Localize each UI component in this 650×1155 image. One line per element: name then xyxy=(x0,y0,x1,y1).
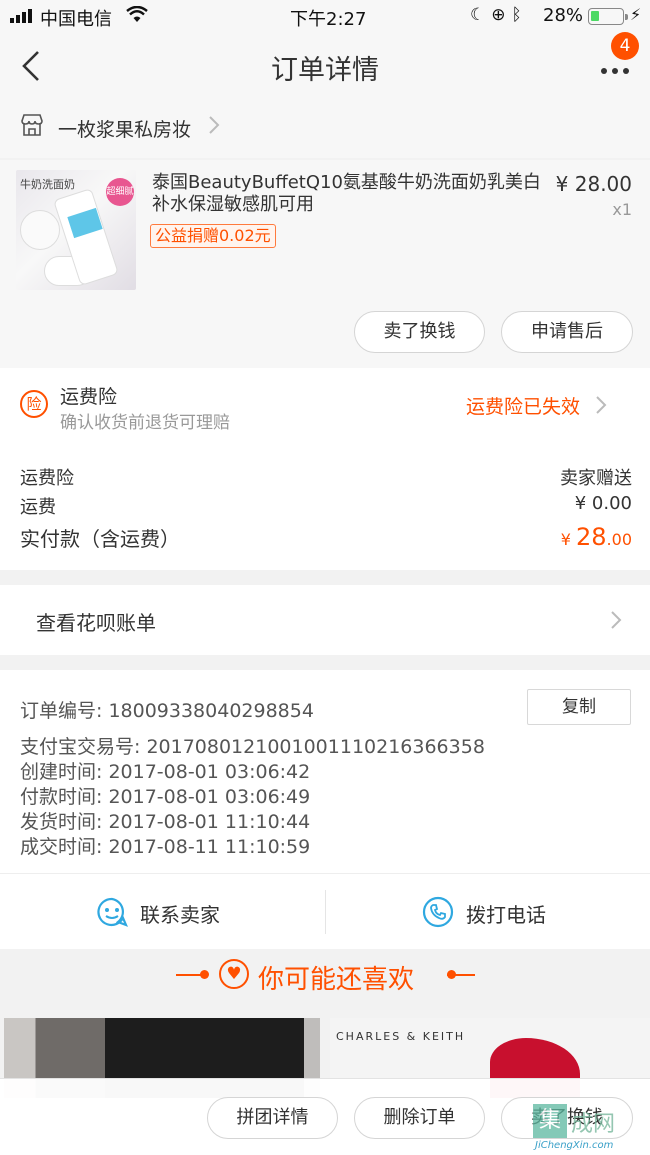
paid-label: 实付款（含运费） xyxy=(20,527,180,551)
phone-icon xyxy=(422,896,454,932)
order-info: 订单编号: 18009338040298854 复制 支付宝交易号: 20170… xyxy=(0,670,650,873)
chevron-right-icon xyxy=(595,394,607,422)
shop-icon xyxy=(20,114,44,136)
created-time: 创建时间: 2017-08-01 03:06:42 xyxy=(20,761,311,783)
fee-row: 运费险 卖家赠送 xyxy=(20,464,632,490)
decor-line xyxy=(447,974,475,976)
shop-name: 一枚浆果私房妆 xyxy=(58,119,192,141)
huabei-label: 查看花呗账单 xyxy=(36,611,156,635)
product-card: 牛奶洗面奶 超细腻 泰国BeautyBuffetQ10氨基酸牛奶洗面奶乳美白补水… xyxy=(0,160,650,368)
notification-badge: 4 xyxy=(611,32,639,60)
chat-icon xyxy=(96,896,129,932)
insurance-icon: 险 xyxy=(20,390,48,418)
watermark-mark: 集 xyxy=(533,1104,567,1138)
chevron-right-icon xyxy=(208,114,220,142)
charity-tag: 公益捐赠0.02元 xyxy=(150,224,276,248)
paid-amount: ¥ 28.00 xyxy=(560,523,632,551)
delete-order-button[interactable]: 删除订单 xyxy=(354,1097,485,1139)
chevron-right-icon xyxy=(610,609,622,637)
insurance-subtitle: 确认收货前退货可理赔 xyxy=(60,413,230,433)
contact-seller-label: 联系卖家 xyxy=(140,903,220,927)
fee-row: 运费 ¥ 0.00 xyxy=(20,493,632,519)
group-buy-details-button[interactable]: 拼团详情 xyxy=(207,1097,338,1139)
contact-bar: 联系卖家 拨打电话 xyxy=(0,873,650,949)
insurance-title: 运费险 xyxy=(60,386,118,408)
shipped-time: 发货时间: 2017-08-01 11:10:44 xyxy=(20,811,311,833)
decor-dot xyxy=(200,970,209,979)
fee-value: 卖家赠送 xyxy=(560,468,632,489)
carrier-label: 中国电信 xyxy=(40,9,112,30)
huabei-bill-row[interactable]: 查看花呗账单 xyxy=(0,585,650,655)
product-price: ¥ 28.00 xyxy=(555,172,632,196)
call-phone-label: 拨打电话 xyxy=(466,903,546,927)
product-image[interactable]: 牛奶洗面奶 超细腻 xyxy=(16,170,136,290)
fee-summary: 运费险 卖家赠送 运费 ¥ 0.00 实付款（含运费） ¥ 28.00 xyxy=(0,446,650,570)
product-title[interactable]: 泰国BeautyBuffetQ10氨基酸牛奶洗面奶乳美白补水保湿敏感肌可用 xyxy=(152,172,542,216)
call-phone-button[interactable]: 拨打电话 xyxy=(326,874,650,950)
paid-row: 实付款（含运费） ¥ 28.00 xyxy=(20,523,632,552)
contact-seller-button[interactable]: 联系卖家 xyxy=(0,874,325,950)
shipping-insurance-row[interactable]: 险 运费险 确认收货前退货可理赔 运费险已失效 xyxy=(0,368,650,446)
page-title: 订单详情 xyxy=(271,55,379,86)
order-number: 订单编号: 18009338040298854 xyxy=(20,700,314,722)
status-icons: ☾⊕ᛒ xyxy=(470,5,528,25)
heart-icon: ♥ xyxy=(219,959,249,989)
moon-icon: ☾ xyxy=(470,5,492,25)
charging-icon: ⚡ xyxy=(630,5,642,24)
shop-row[interactable]: 一枚浆果私房妆 xyxy=(0,100,650,158)
insurance-status: 运费险已失效 xyxy=(466,396,581,418)
signal-icon xyxy=(10,9,32,23)
recommend-title: 你可能还喜欢 xyxy=(258,965,415,995)
completed-time: 成交时间: 2017-08-11 11:10:59 xyxy=(20,836,311,858)
watermark-logo: 集 成网 JiChengXin.com xyxy=(533,1104,648,1154)
wifi-icon xyxy=(126,5,148,29)
battery-icon xyxy=(588,8,628,25)
brand-label: CHARLES & KEITH xyxy=(336,1030,466,1043)
watermark-url: JiChengXin.com xyxy=(535,1140,614,1151)
sell-for-cash-button[interactable]: 卖了换钱 xyxy=(354,311,485,353)
more-icon xyxy=(601,68,629,74)
alipay-trade-number: 支付宝交易号: 2017080121001001110216366358 xyxy=(20,736,485,758)
clock: 下午2:27 xyxy=(290,9,367,30)
battery-fill xyxy=(591,11,599,21)
product-quantity: x1 xyxy=(612,200,632,219)
battery-percent: 28% xyxy=(543,5,584,26)
fee-label: 运费 xyxy=(20,497,56,518)
bluetooth-icon: ᛒ xyxy=(511,5,528,25)
recommend-header: ♥ 你可能还喜欢 xyxy=(0,949,650,1009)
watermark-text: 成网 xyxy=(571,1112,616,1137)
fee-value: ¥ 0.00 xyxy=(574,493,632,514)
nav-bar: 订单详情 4 xyxy=(0,32,650,100)
product-image-tag: 牛奶洗面奶 xyxy=(20,178,75,191)
paid-time: 付款时间: 2017-08-01 03:06:49 xyxy=(20,786,311,808)
apply-aftersale-button[interactable]: 申请售后 xyxy=(501,311,633,353)
fee-label: 运费险 xyxy=(20,468,74,489)
product-image-badge: 超细腻 xyxy=(106,178,134,206)
rotation-lock-icon: ⊕ xyxy=(491,5,512,25)
copy-button[interactable]: 复制 xyxy=(527,689,631,725)
status-bar: 中国电信 下午2:27 ☾⊕ᛒ 28% ⚡ xyxy=(0,0,650,32)
